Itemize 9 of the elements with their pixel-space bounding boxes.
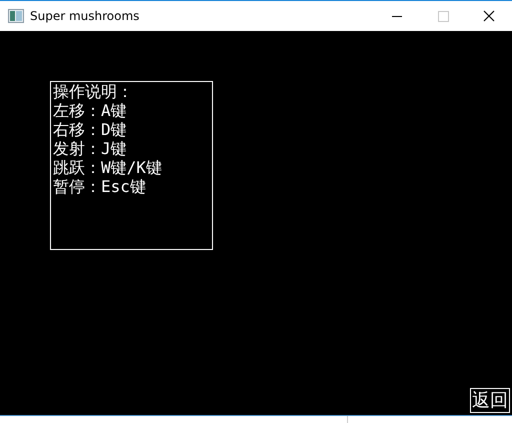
key-instruction: 暂停：Esc键 — [53, 177, 147, 196]
back-button[interactable]: 返回 — [470, 388, 510, 413]
window-title: Super mushrooms — [30, 9, 140, 23]
key-instruction: 左移：A键 — [53, 101, 128, 120]
instructions-heading: 操作说明： — [53, 82, 134, 101]
key-instruction: 跳跃：W键/K键 — [53, 158, 163, 177]
key-instruction: 发射：J键 — [53, 139, 128, 158]
key-instruction: 右移：D键 — [53, 120, 128, 139]
app-icon — [8, 9, 24, 23]
